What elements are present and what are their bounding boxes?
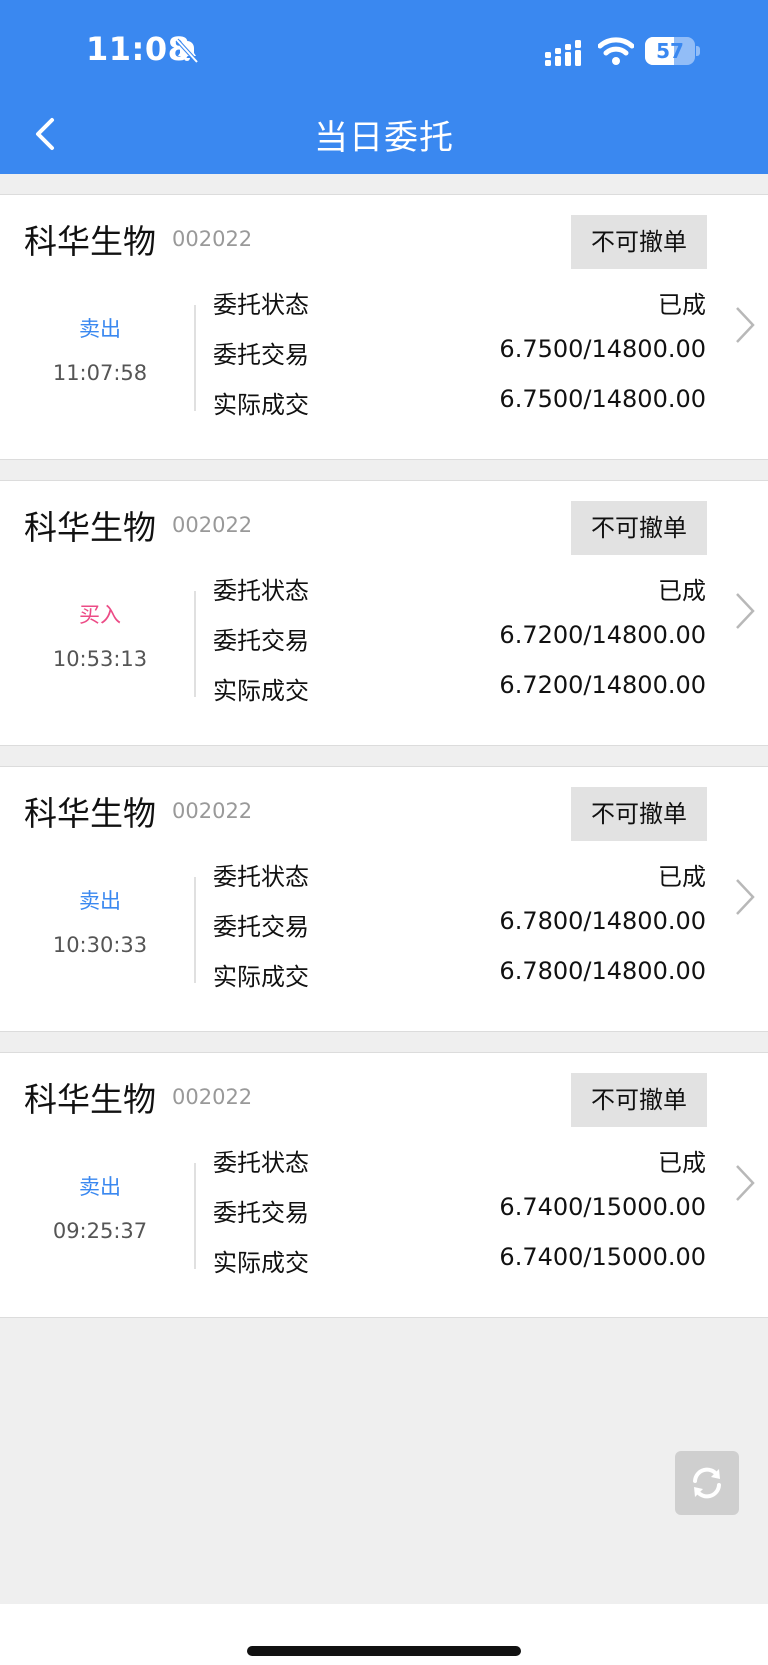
order-value: 6.7400/15000.00 [499,1193,706,1221]
cellular-signal-icon [545,40,581,66]
battery-indicator: 57 [645,37,700,65]
status-label: 委托状态 [213,863,309,891]
trade-side: 卖出 [79,317,121,341]
trade-side: 卖出 [79,889,121,913]
order-time: 10:53:13 [52,647,148,671]
bell-slash-icon [175,38,199,64]
actual-label: 实际成交 [213,963,309,991]
actual-value: 6.7500/14800.00 [499,385,706,413]
order-label: 委托交易 [213,627,309,655]
status-label: 委托状态 [213,577,309,605]
refresh-icon [693,1467,721,1499]
status-label: 委托状态 [213,1149,309,1177]
order-value: 6.7200/14800.00 [499,621,706,649]
actual-label: 实际成交 [213,677,309,705]
actual-label: 实际成交 [213,391,309,419]
stock-name: 科华生物 [24,1080,156,1119]
stock-code: 002022 [172,227,253,251]
order-label: 委托交易 [213,913,309,941]
refresh-button[interactable] [675,1451,739,1515]
status-value: 已成 [658,863,706,891]
home-indicator[interactable] [247,1646,521,1656]
status-label: 委托状态 [213,291,309,319]
chevron-right-icon[interactable] [734,591,756,631]
order-time: 11:07:58 [52,361,148,385]
cancel-order-button[interactable]: 不可撤单 [571,501,707,555]
stock-name: 科华生物 [24,508,156,547]
chevron-right-icon[interactable] [734,877,756,917]
order-label: 委托交易 [213,341,309,369]
trade-side: 卖出 [79,1175,121,1199]
page-title: 当日委托 [314,118,454,158]
order-card[interactable]: 科华生物 002022 不可撤单买入 10:53:13 委托状态 已成委托交易 6.7200… [0,480,768,746]
stock-code: 002022 [172,513,253,537]
order-time: 10:30:33 [52,933,148,957]
stock-code: 002022 [172,1085,253,1109]
wifi-icon [598,37,634,65]
battery-tip [696,46,700,56]
cancel-order-button[interactable]: 不可撤单 [571,215,707,269]
screen: 11:08 57 当日委托 科华生物 002022 不可撤单 卖出 11:07:… [0,0,768,1665]
actual-label: 实际成交 [213,1249,309,1277]
divider [194,877,196,983]
chevron-right-icon[interactable] [734,1163,756,1203]
divider [194,1163,196,1269]
stock-name: 科华生物 [24,794,156,833]
chevron-right-icon[interactable] [734,305,756,345]
status-value: 已成 [658,1149,706,1177]
order-time: 09:25:37 [52,1219,148,1243]
order-value: 6.7800/14800.00 [499,907,706,935]
home-bar [0,1604,768,1665]
divider [194,591,196,697]
header: 11:08 57 当日委托 [0,0,768,174]
cancel-order-button[interactable]: 不可撤单 [571,1073,707,1127]
order-card[interactable]: 科华生物 002022 不可撤单卖出 09:25:37 委托状态 已成委托交易 6.7400… [0,1052,768,1318]
order-label: 委托交易 [213,1199,309,1227]
battery-body: 57 [645,37,695,65]
stock-code: 002022 [172,799,253,823]
divider [194,305,196,411]
actual-value: 6.7800/14800.00 [499,957,706,985]
stock-name: 科华生物 [24,222,156,261]
order-value: 6.7500/14800.00 [499,335,706,363]
trade-side: 买入 [79,603,121,627]
status-value: 已成 [658,577,706,605]
battery-percent: 57 [656,39,684,63]
actual-value: 6.7400/15000.00 [499,1243,706,1271]
cancel-order-button[interactable]: 不可撤单 [571,787,707,841]
actual-value: 6.7200/14800.00 [499,671,706,699]
status-value: 已成 [658,291,706,319]
order-card[interactable]: 科华生物 002022 不可撤单卖出 10:30:33 委托状态 已成委托交易 6.7800… [0,766,768,1032]
order-card[interactable]: 科华生物 002022 不可撤单卖出 11:07:58 委托状态 已成委托交易 6.7500… [0,194,768,460]
